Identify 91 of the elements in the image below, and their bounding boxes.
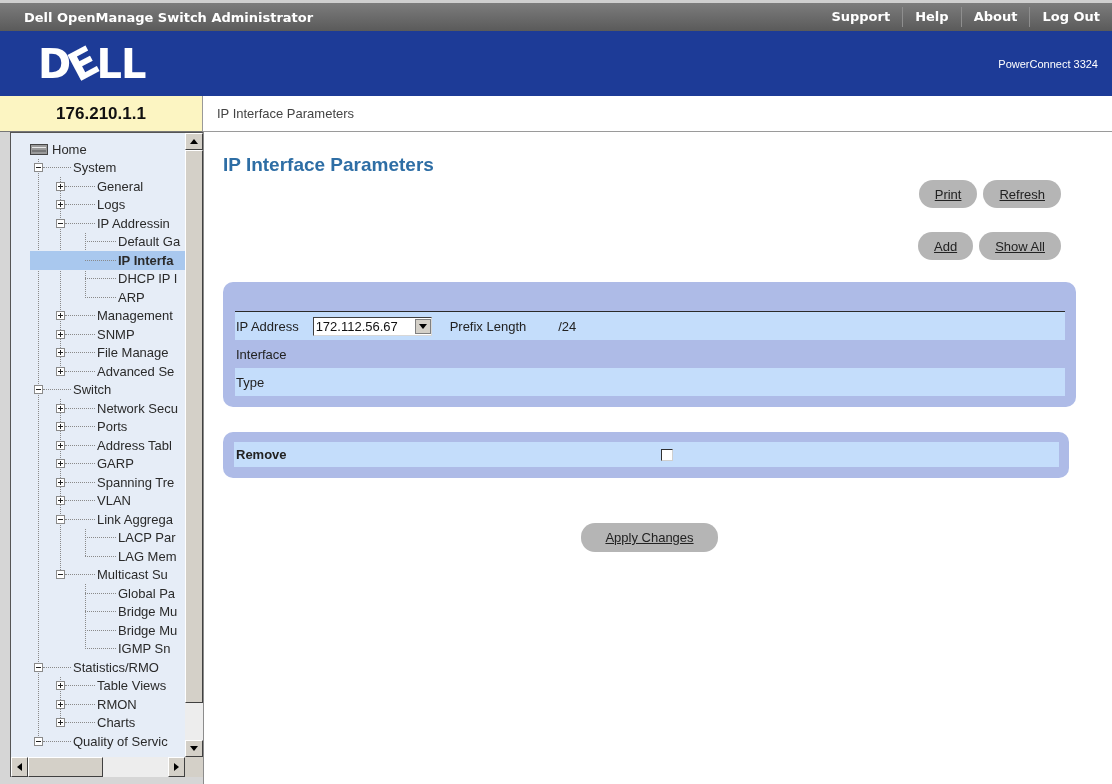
tree-item[interactable]: GARP: [30, 454, 185, 473]
horizontal-scrollbar[interactable]: [11, 757, 203, 777]
scrollbar-corner: [185, 757, 203, 777]
checkbox[interactable]: [661, 448, 673, 461]
plus-box-icon[interactable]: [56, 311, 65, 321]
minus-box-icon[interactable]: [34, 662, 43, 672]
minus-box-icon[interactable]: [34, 163, 43, 173]
tree-item[interactable]: Ports: [30, 417, 185, 436]
header-link[interactable]: Help: [902, 7, 961, 27]
scroll-up-button[interactable]: [185, 133, 203, 150]
field-label: Interface: [236, 346, 287, 362]
tree-item[interactable]: Management: [30, 306, 185, 325]
tree-item[interactable]: Home: [30, 140, 185, 159]
tree-item[interactable]: Spanning Tre: [30, 473, 185, 492]
tree-item[interactable]: Statistics/RMO: [30, 658, 185, 677]
tree-item[interactable]: IP Interfa: [30, 251, 185, 270]
field-value: /24: [558, 318, 577, 334]
device-icon: [30, 143, 48, 155]
minus-box-icon[interactable]: [34, 385, 43, 395]
tree-item[interactable]: Link Aggrega: [30, 510, 185, 529]
field-label: Prefix Length: [449, 318, 527, 334]
scroll-right-button[interactable]: [168, 757, 185, 777]
plus-box-icon[interactable]: [56, 681, 65, 691]
plus-box-icon[interactable]: [56, 477, 65, 487]
minus-box-icon[interactable]: [34, 736, 43, 746]
field-label: Type: [236, 374, 265, 390]
header-link[interactable]: About: [960, 7, 1030, 27]
tree-item[interactable]: Charts: [30, 713, 185, 732]
brand-logo: DELL: [38, 43, 146, 84]
right-arrow-icon: [174, 763, 179, 771]
device-address: 176.210.1.1: [56, 103, 146, 124]
plus-box-icon[interactable]: [56, 329, 65, 339]
tree-item[interactable]: IP Addressin: [30, 214, 185, 233]
plus-box-icon[interactable]: [56, 440, 65, 450]
tree-item[interactable]: Switch: [30, 380, 185, 399]
scroll-left-button[interactable]: [11, 757, 28, 777]
plus-box-icon[interactable]: [56, 403, 65, 413]
down-arrow-icon: [190, 746, 198, 751]
tree-item[interactable]: RMON: [30, 695, 185, 714]
plus-box-icon[interactable]: [56, 718, 65, 728]
tree-item[interactable]: Global Pa: [30, 584, 185, 603]
up-arrow-icon: [190, 139, 198, 144]
tree-item[interactable]: ARP: [30, 288, 185, 307]
minus-box-icon[interactable]: [56, 514, 65, 524]
tree-item[interactable]: SNMP: [30, 325, 185, 344]
tree-item[interactable]: Bridge Mu: [30, 602, 185, 621]
plus-box-icon[interactable]: [56, 422, 65, 432]
tree-item[interactable]: Default Ga: [30, 232, 185, 251]
tree-item[interactable]: DHCP IP I: [30, 269, 185, 288]
action-button[interactable]: Refresh: [983, 180, 1061, 208]
caret-icon: [414, 318, 431, 334]
tree-item[interactable]: Table Views: [30, 676, 185, 695]
field-label: IP Address: [236, 318, 299, 334]
tree-item[interactable]: Multicast Su: [30, 565, 185, 584]
tree-item[interactable]: Advanced Se: [30, 362, 185, 381]
plus-box-icon[interactable]: [56, 348, 65, 358]
tree-item[interactable]: Address Tabl: [30, 436, 185, 455]
tree-item[interactable]: Quality of Servic: [30, 732, 185, 751]
action-button[interactable]: Show All: [979, 232, 1061, 260]
action-button[interactable]: Add: [918, 232, 974, 260]
apply-button[interactable]: Apply Changes: [581, 523, 718, 552]
minus-box-icon[interactable]: [56, 218, 65, 228]
breadcrumb: IP Interface Parameters: [217, 106, 355, 121]
minus-box-icon[interactable]: [56, 570, 65, 580]
tree-item[interactable]: Logs: [30, 195, 185, 214]
scroll-down-button[interactable]: [185, 740, 203, 757]
left-arrow-icon: [17, 763, 22, 771]
header-link[interactable]: Support: [818, 7, 903, 27]
page-title: IP Interface Parameters: [223, 153, 435, 177]
tree-item[interactable]: VLAN: [30, 491, 185, 510]
plus-box-icon[interactable]: [56, 496, 65, 506]
plus-box-icon[interactable]: [56, 200, 65, 210]
field-label: Remove: [236, 447, 287, 462]
tree-item[interactable]: File Manage: [30, 343, 185, 362]
action-button[interactable]: Print: [918, 180, 978, 208]
tree-item[interactable]: LAG Mem: [30, 547, 185, 566]
tree-item[interactable]: Bridge Mu: [30, 621, 185, 640]
tree-item[interactable]: IGMP Sn: [30, 639, 185, 658]
plus-box-icon[interactable]: [56, 459, 65, 469]
tree-item[interactable]: System: [30, 158, 185, 177]
plus-box-icon[interactable]: [56, 366, 65, 376]
plus-box-icon[interactable]: [56, 181, 65, 191]
scrollbar-thumb[interactable]: [28, 757, 103, 777]
plus-box-icon[interactable]: [56, 699, 65, 709]
tree-item[interactable]: LACP Par: [30, 528, 185, 547]
dropdown[interactable]: 172.112.56.67: [312, 316, 432, 336]
header-link[interactable]: Log Out: [1029, 7, 1112, 27]
product-name: PowerConnect 3324: [998, 57, 1098, 70]
tree-item[interactable]: General: [30, 177, 185, 196]
app-title: Dell OpenManage Switch Administrator: [24, 9, 314, 25]
tree-item[interactable]: Network Secu: [30, 399, 185, 418]
